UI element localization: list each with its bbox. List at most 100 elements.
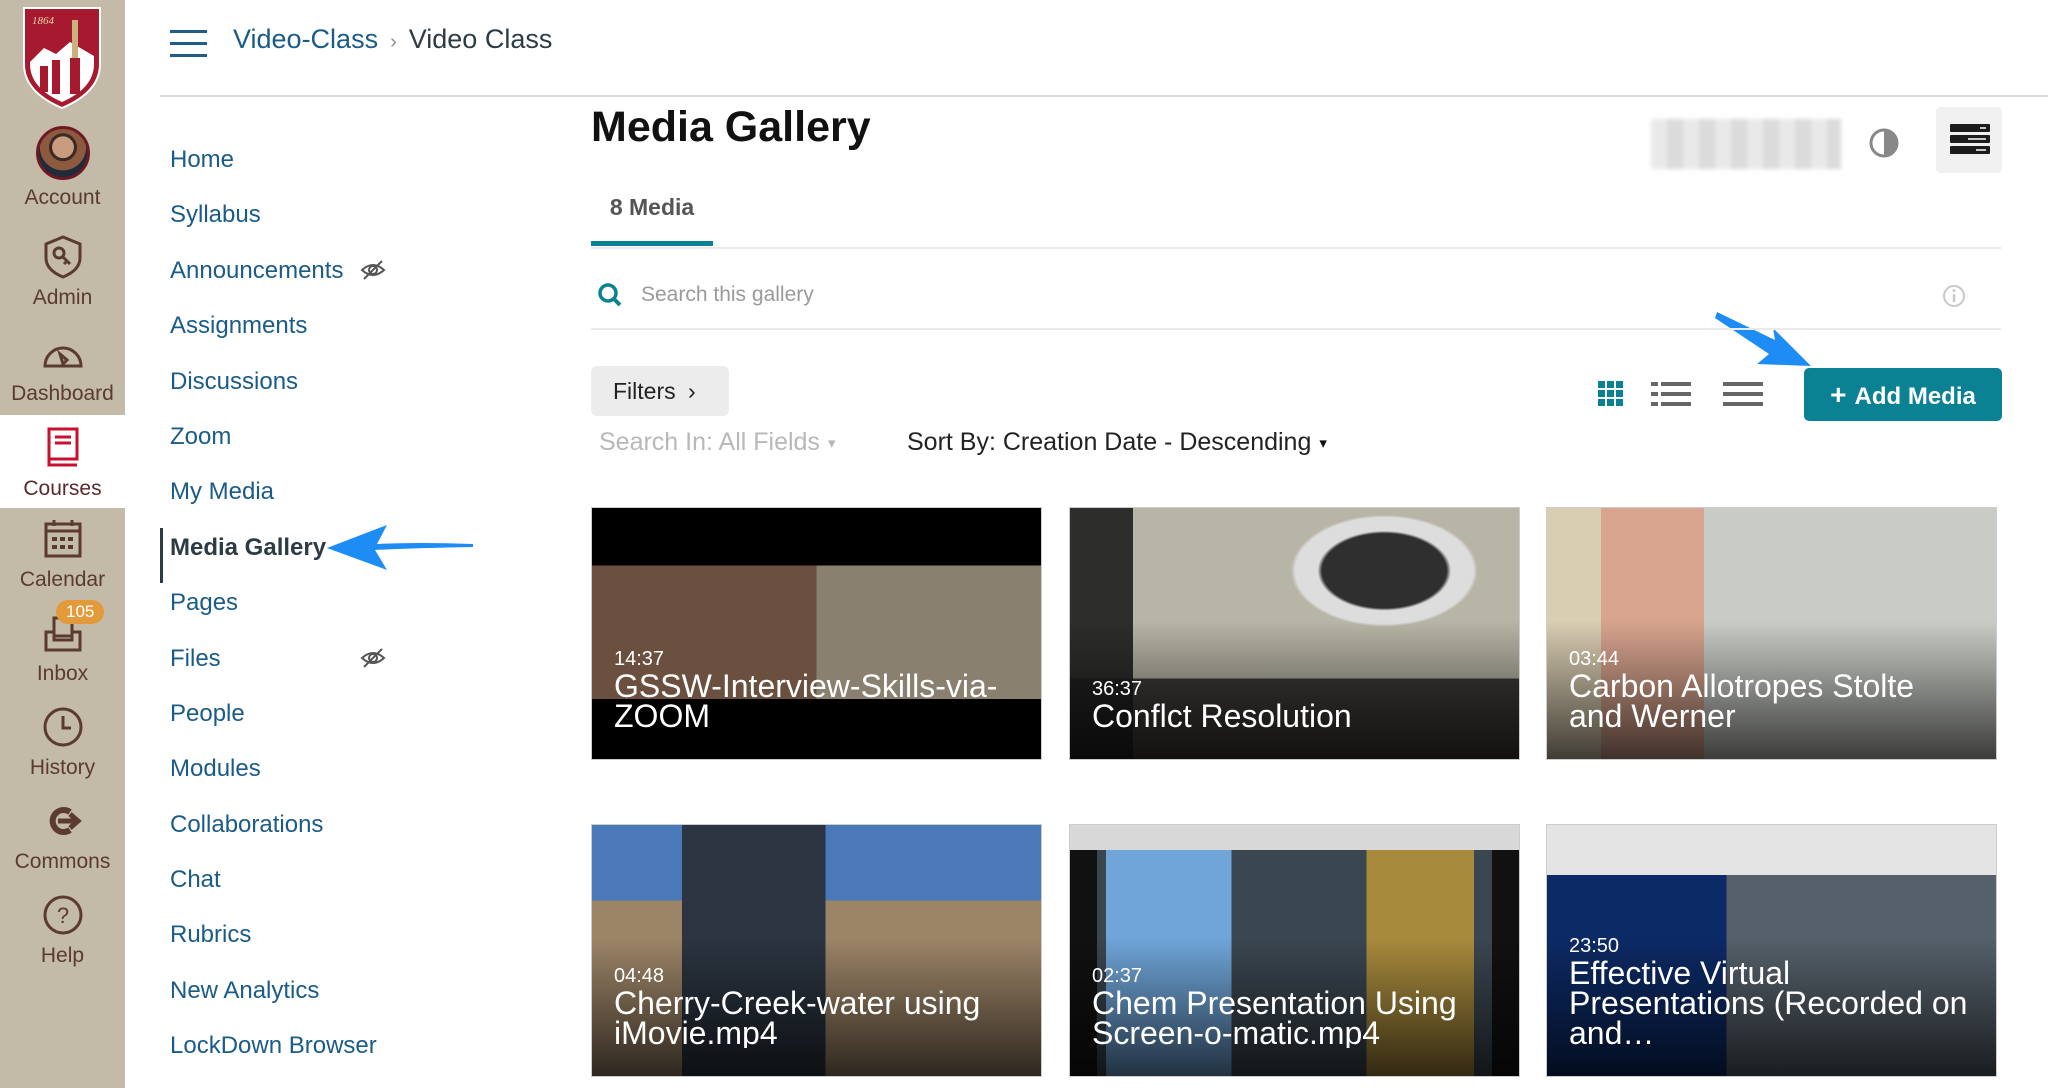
- search-in-dropdown[interactable]: Search In: All Fields ▾: [599, 428, 835, 457]
- global-nav-inbox[interactable]: 105 Inbox: [0, 600, 125, 686]
- shield-key-icon: [44, 235, 81, 279]
- media-card[interactable]: 14:37 GSSW-Interview-Skills-via-ZOOM: [591, 507, 1042, 760]
- media-card[interactable]: 36:37 Conflct Resolution: [1069, 507, 1520, 760]
- course-nav-home[interactable]: Home: [160, 140, 460, 195]
- global-nav-help[interactable]: ? Help: [0, 892, 125, 968]
- media-card[interactable]: 02:37 Chem Presentation Using Screen-o-m…: [1069, 824, 1520, 1077]
- course-nav-chat[interactable]: Chat: [160, 860, 460, 915]
- global-nav-dashboard[interactable]: Dashboard: [0, 330, 125, 406]
- page-title: Media Gallery: [591, 103, 871, 151]
- breadcrumb-course-link[interactable]: Video-Class: [233, 24, 378, 54]
- media-card-meta: 04:48 Cherry-Creek-water using iMovie.mp…: [614, 964, 1021, 1048]
- global-nav-label: Courses: [23, 477, 102, 500]
- course-nav-label: Modules: [170, 755, 261, 783]
- course-nav-rubrics[interactable]: Rubrics: [160, 915, 460, 970]
- global-nav-label: Help: [40, 944, 85, 967]
- media-title: Chem Presentation Using Screen-o-matic.m…: [1092, 988, 1457, 1048]
- media-card-meta: 03:44 Carbon Allotropes Stolte and Werne…: [1569, 647, 1976, 731]
- course-nav-discussions[interactable]: Discussions: [160, 362, 460, 417]
- speedometer-icon: [42, 346, 83, 368]
- book-icon: [47, 427, 78, 467]
- plus-icon: +: [1830, 378, 1847, 410]
- media-title: Carbon Allotropes Stolte and Werner: [1569, 671, 1915, 731]
- tab-divider: [591, 247, 2001, 249]
- sort-by-label: Sort By: Creation Date - Descending: [907, 428, 1312, 456]
- top-bar: Video-Class › Video Class: [160, 0, 2048, 97]
- global-nav-label: Calendar: [19, 568, 106, 591]
- avatar: [35, 126, 90, 180]
- course-nav-label: LockDown Browser: [170, 1032, 377, 1060]
- commons-arrow-icon: [49, 807, 82, 835]
- media-card-meta: 36:37 Conflct Resolution: [1092, 677, 1499, 731]
- hamburger-menu-icon[interactable]: [170, 30, 207, 58]
- global-nav-courses[interactable]: Courses: [0, 415, 125, 508]
- course-nav-people[interactable]: People: [160, 694, 460, 749]
- media-title: Conflct Resolution: [1092, 701, 1352, 731]
- search-icon: [598, 283, 622, 307]
- tab-media-count[interactable]: 8 Media: [591, 194, 713, 246]
- chevron-right-icon: ›: [688, 377, 696, 404]
- breadcrumb: Video-Class › Video Class: [233, 24, 552, 55]
- course-nav-media-gallery[interactable]: Media Gallery: [160, 527, 460, 584]
- global-nav-history[interactable]: History: [0, 704, 125, 780]
- global-nav-admin[interactable]: Admin: [0, 234, 125, 310]
- global-nav-calendar[interactable]: Calendar: [0, 516, 125, 592]
- course-nav-collaborations[interactable]: Collaborations: [160, 805, 460, 860]
- info-icon[interactable]: [1942, 284, 1966, 308]
- grid-view-icon[interactable]: [1590, 379, 1634, 409]
- course-nav-label: Assignments: [170, 312, 308, 340]
- media-title: Effective Virtual Presentations (Recorde…: [1569, 958, 1968, 1048]
- course-nav-announcements[interactable]: Announcements: [160, 251, 460, 306]
- course-nav-label: Collaborations: [170, 810, 324, 838]
- filters-label: Filters: [613, 377, 676, 404]
- course-nav-label: Discussions: [170, 367, 299, 395]
- course-nav-new-analytics[interactable]: New Analytics: [160, 971, 460, 1026]
- global-nav-commons[interactable]: Commons: [0, 798, 125, 874]
- breadcrumb-separator: ›: [390, 31, 397, 53]
- course-nav-files[interactable]: Files: [160, 639, 460, 694]
- global-navigation: 1864 Account Admin Dashboard Courses Cal…: [0, 0, 125, 1088]
- sort-by-dropdown[interactable]: Sort By: Creation Date - Descending ▾: [907, 428, 1327, 457]
- course-nav-label: Chat: [170, 866, 221, 894]
- global-nav-account[interactable]: Account: [0, 126, 125, 210]
- layout-toggle-button[interactable]: [1936, 107, 2002, 173]
- media-card[interactable]: 03:44 Carbon Allotropes Stolte and Werne…: [1546, 507, 1997, 760]
- media-card[interactable]: 23:50 Effective Virtual Presentations (R…: [1546, 824, 1997, 1077]
- course-nav-modules[interactable]: Modules: [160, 749, 460, 804]
- course-nav-label: Syllabus: [170, 201, 261, 229]
- course-nav-label: Pages: [170, 589, 239, 617]
- clock-icon: [43, 707, 82, 747]
- detailed-list-view-icon[interactable]: [1649, 379, 1693, 409]
- course-nav-lockdown-browser[interactable]: LockDown Browser: [160, 1026, 460, 1081]
- hidden-eye-icon: [360, 647, 386, 668]
- media-card-meta: 23:50 Effective Virtual Presentations (R…: [1569, 934, 1976, 1048]
- course-nav-label: Rubrics: [170, 921, 252, 949]
- course-nav-my-media[interactable]: My Media: [160, 472, 460, 527]
- breadcrumb-current: Video Class: [408, 24, 553, 54]
- media-card-meta: 02:37 Chem Presentation Using Screen-o-m…: [1092, 964, 1499, 1048]
- course-nav-assignments[interactable]: Assignments: [160, 306, 460, 361]
- contrast-toggle-icon[interactable]: [1868, 127, 1900, 159]
- global-nav-label: Dashboard: [11, 382, 114, 405]
- media-duration: 04:48: [614, 965, 665, 987]
- global-nav-label: History: [29, 756, 96, 779]
- gallery-search-input[interactable]: [641, 276, 1741, 314]
- course-nav-syllabus[interactable]: Syllabus: [160, 195, 460, 250]
- add-media-button[interactable]: + Add Media: [1804, 368, 2002, 421]
- inbox-unread-badge: 105: [56, 600, 105, 624]
- hidden-eye-icon: [360, 260, 386, 280]
- media-duration: 36:37: [1092, 678, 1143, 700]
- chevron-down-icon: ▾: [827, 435, 836, 453]
- question-icon: ?: [43, 895, 82, 935]
- svg-text:1864: 1864: [32, 15, 55, 27]
- media-title: Cherry-Creek-water using iMovie.mp4: [614, 988, 981, 1048]
- filters-button[interactable]: Filters ›: [591, 366, 729, 416]
- course-nav-pages[interactable]: Pages: [160, 583, 460, 638]
- compact-list-view-icon[interactable]: [1721, 379, 1765, 409]
- global-nav-label: Account: [24, 186, 101, 209]
- calendar-icon: [44, 520, 81, 558]
- media-card[interactable]: 04:48 Cherry-Creek-water using iMovie.mp…: [591, 824, 1042, 1077]
- course-nav-zoom[interactable]: Zoom: [160, 417, 460, 472]
- university-logo[interactable]: 1864: [20, 4, 104, 110]
- media-title: GSSW-Interview-Skills-via-ZOOM: [614, 671, 998, 731]
